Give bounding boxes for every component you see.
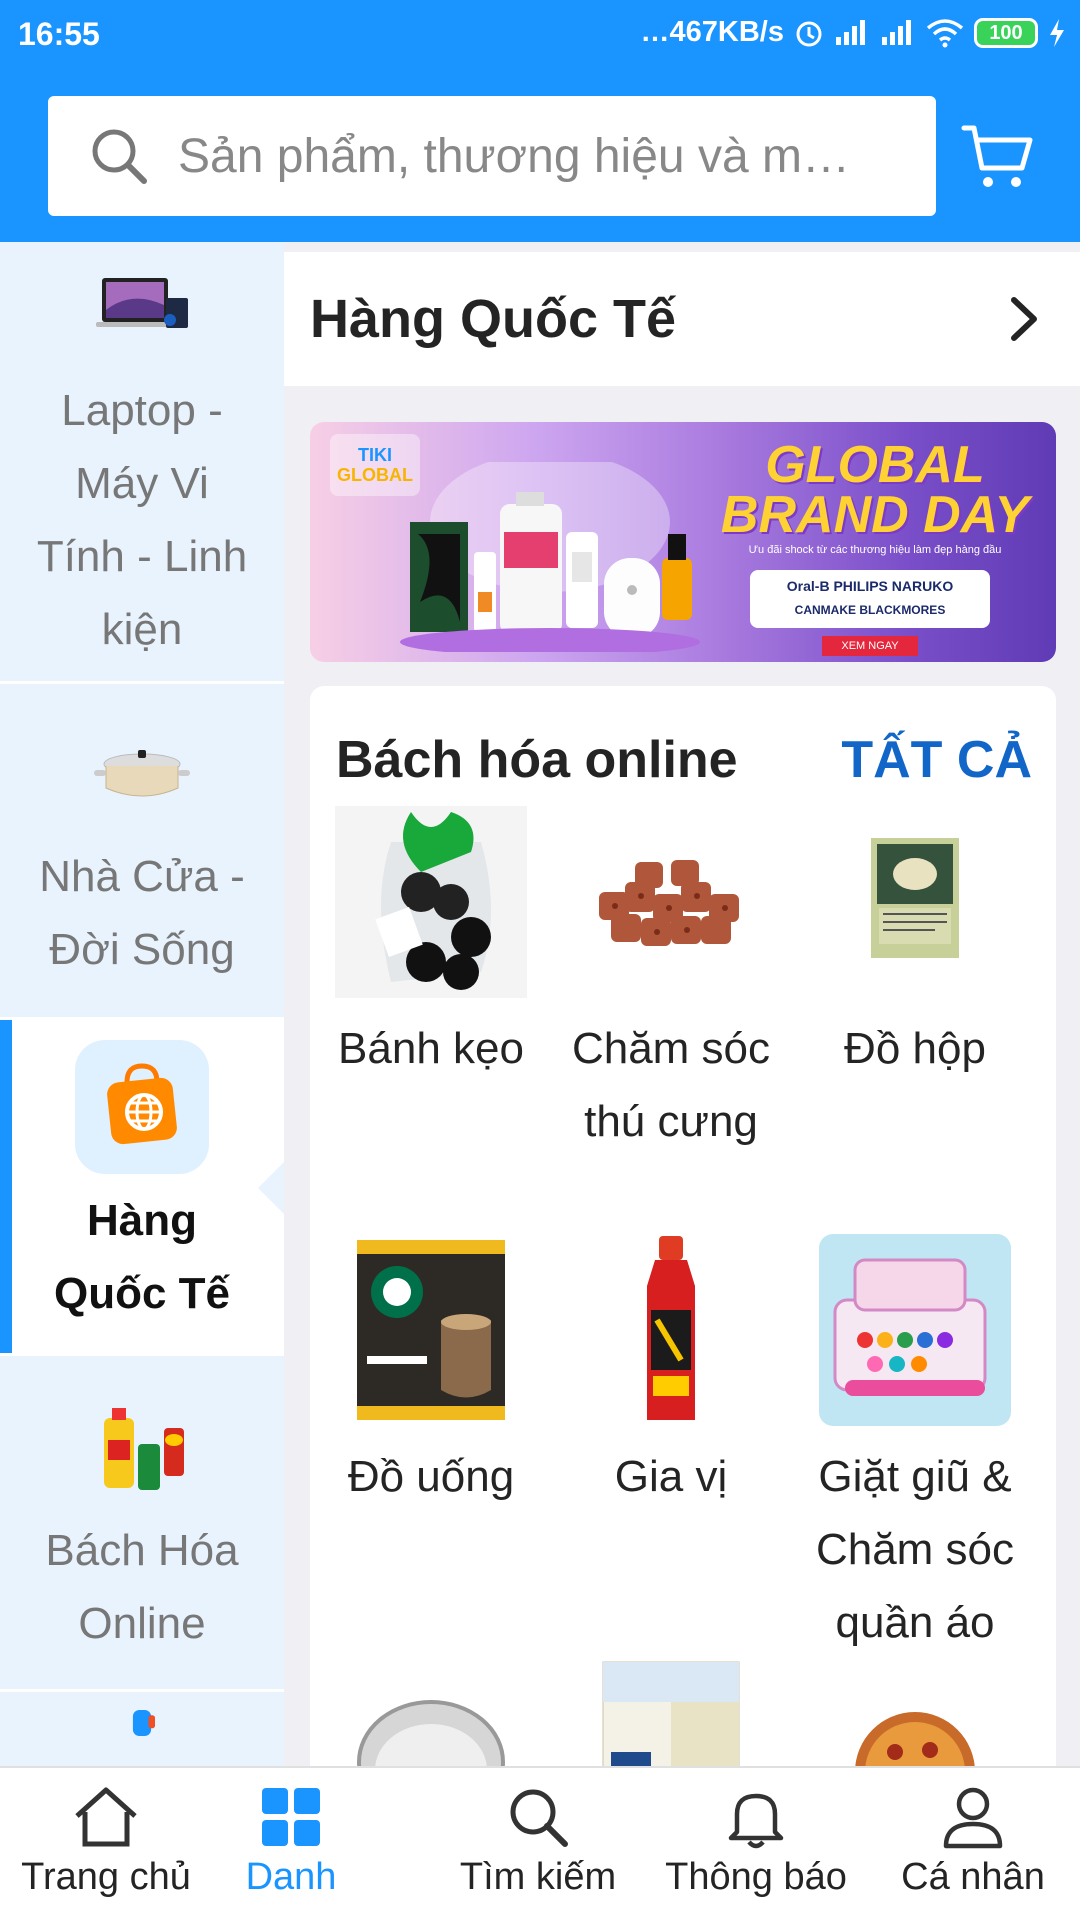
subcategory-label: Giặt giũ & Chăm sóc quần áo [815, 1452, 1015, 1647]
search-icon [510, 1789, 568, 1847]
banner-subtitle: Ưu đãi shock từ các thương hiệu làm đẹp … [748, 544, 1002, 556]
home-icon [75, 1787, 137, 1847]
global-shopping-bag-icon [75, 1040, 209, 1174]
subcategory-spices[interactable]: Gia vị [550, 1230, 792, 1513]
category-grid-icon [262, 1788, 320, 1846]
subcategory-label: Đồ hộp [844, 1024, 986, 1073]
sidebar-item-home-living[interactable]: Nhà Cửa - Đời Sống [0, 684, 284, 1020]
status-indicators: …467KB/s 100 [641, 16, 1066, 49]
alarm-icon [796, 21, 822, 46]
search-bar[interactable]: Sản phẩm, thương hiệu và m… [48, 96, 936, 216]
nav-home[interactable]: Trang chủ [18, 1784, 194, 1899]
canned-food-image [871, 838, 959, 958]
subcategory-pizza-partial[interactable] [794, 1672, 1036, 1766]
see-all-link[interactable]: TẤT CẢ [841, 730, 1032, 790]
section-title: Bách hóa online [336, 731, 738, 789]
cart-icon[interactable] [960, 118, 1036, 194]
category-sidebar: Laptop - Máy Vi Tính - Linh kiện Nhà Cửa… [0, 242, 284, 1766]
coffee-capsules-image [357, 1240, 505, 1420]
banner-headline: GLOBAL BRAND DAY [720, 436, 1030, 544]
cosmetics-products-image [400, 462, 700, 652]
pizza-image [855, 1712, 975, 1766]
charging-icon [1050, 18, 1064, 47]
banner-brands: Oral-B PHILIPS NARUKO CANMAKE BLACKMORES [750, 570, 990, 628]
bell-icon [728, 1793, 784, 1849]
subcategory-label: Chăm sóc thú cưng [571, 1024, 771, 1146]
nav-category[interactable]: Danh [226, 1784, 356, 1899]
subcategory-laundry[interactable]: Giặt giũ & Chăm sóc quần áo [794, 1230, 1036, 1659]
subcategory-label: Đồ uống [347, 1452, 515, 1501]
signal-icon-2 [882, 19, 911, 45]
search-input[interactable]: Sản phẩm, thương hiệu và m… [178, 129, 918, 184]
subcategory-kefir-partial[interactable] [550, 1652, 792, 1766]
active-notch [258, 1160, 284, 1216]
subcategory-label: Gia vị [614, 1452, 728, 1501]
pet-food-image [599, 860, 739, 946]
grocery-icon [104, 1408, 184, 1490]
sidebar-item-label: Hàng Quốc Tế [53, 1196, 231, 1318]
subcategory-pet-care[interactable]: Chăm sóc thú cưng [550, 802, 792, 1158]
sidebar-item-laptop[interactable]: Laptop - Máy Vi Tính - Linh kiện [0, 242, 284, 684]
grocery-section: Bách hóa online TẤT CẢ Bánh kẹo Chăm sóc… [310, 686, 1056, 1766]
product-icon [132, 1710, 155, 1736]
subcategory-canned-food[interactable]: Đồ hộp [794, 802, 1036, 1085]
nav-notifications[interactable]: Thông báo [658, 1784, 854, 1899]
sewing-box-image [819, 1234, 1011, 1426]
nav-search[interactable]: Tìm kiếm [448, 1784, 628, 1899]
sidebar-item-grocery[interactable]: Bách Hóa Online [0, 1356, 284, 1692]
signal-icon [836, 19, 865, 45]
category-header[interactable]: Hàng Quốc Tế [284, 252, 1080, 386]
status-time: 16:55 [18, 16, 100, 52]
nav-profile[interactable]: Cá nhân [888, 1784, 1058, 1899]
laptop-icon [96, 278, 188, 328]
promo-banner[interactable]: TIKI GLOBAL GLOBAL BRAND DAY Ưu đãi shoc… [310, 422, 1056, 662]
kefir-starter-image [602, 1661, 740, 1766]
sidebar-item-international[interactable]: Hàng Quốc Tế [0, 1020, 284, 1356]
category-content: Hàng Quốc Tế TIKI GLOBAL GLOBAL BRAND DA… [284, 242, 1080, 1766]
subcategory-cookware-partial[interactable] [310, 1672, 552, 1766]
page-title: Hàng Quốc Tế [310, 289, 677, 349]
person-icon [943, 1787, 1003, 1849]
subcategory-label: Bánh kẹo [338, 1024, 524, 1073]
search-icon [92, 129, 147, 184]
hot-sauce-image [647, 1236, 695, 1420]
status-bar: 16:55 …467KB/s 100 [0, 0, 1080, 74]
baking-pan-image [357, 1700, 505, 1766]
subcategory-candy[interactable]: Bánh kẹo [310, 802, 552, 1085]
app-header: 16:55 …467KB/s 100 Sản phẩm, thương hiệu… [0, 0, 1080, 242]
subcategory-drinks[interactable]: Đồ uống [310, 1230, 552, 1513]
active-indicator [0, 1020, 12, 1353]
bottom-navigation: Trang chủ Danh Tìm kiếm Thông báo Cá nhâ… [0, 1766, 1080, 1920]
sidebar-item-label: Bách Hóa Online [45, 1526, 239, 1648]
wifi-icon [926, 18, 964, 47]
banner-cta-button[interactable]: XEM NGAY [822, 636, 918, 656]
cookware-icon [94, 750, 190, 797]
sidebar-item-partial[interactable] [0, 1692, 284, 1766]
battery-indicator: 100 [974, 17, 1038, 48]
sidebar-item-label: Nhà Cửa - Đời Sống [39, 852, 245, 974]
sidebar-item-label: Laptop - Máy Vi Tính - Linh kiện [36, 386, 248, 654]
candy-image [335, 806, 527, 998]
network-speed: …467KB/s [640, 16, 784, 48]
chevron-right-icon[interactable] [1004, 292, 1044, 346]
